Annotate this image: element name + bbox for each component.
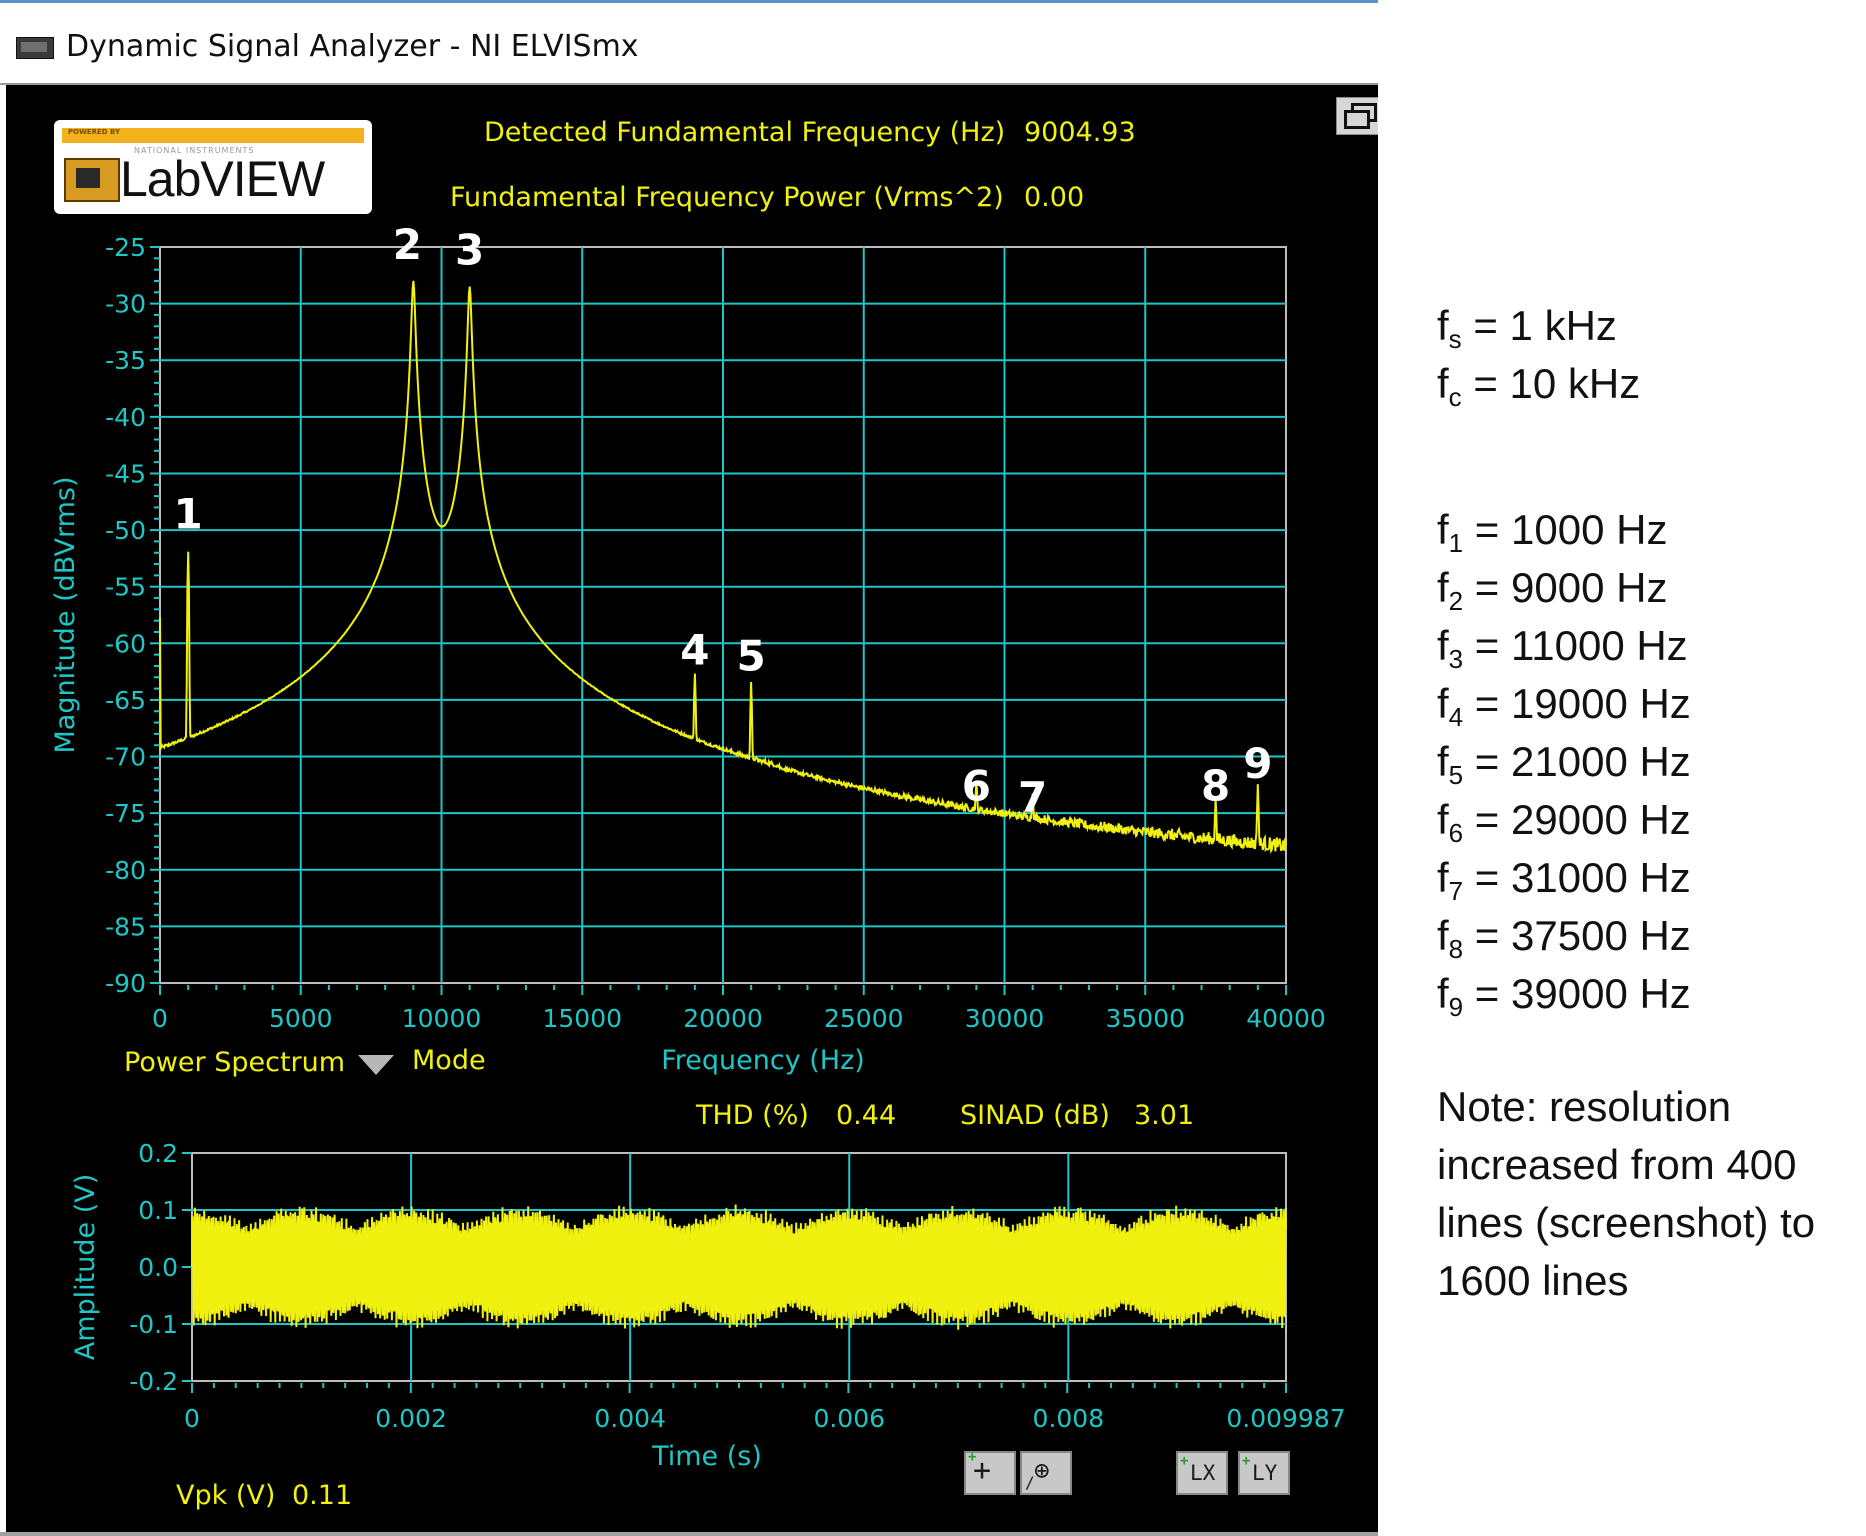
mode-label: Mode bbox=[412, 1045, 486, 1076]
spectrum-x-tick-label: 40000 bbox=[1246, 1004, 1326, 1033]
thd-value: 0.44 bbox=[836, 1100, 897, 1131]
spectrum-x-tick-label: 25000 bbox=[824, 1004, 904, 1033]
fs-annotation: fs = 1 kHz bbox=[1437, 302, 1617, 354]
frequency-annotation: f1 = 1000 Hz bbox=[1437, 506, 1668, 558]
spectrum-x-tick-label: 5000 bbox=[269, 1004, 333, 1033]
spectrum-y-tick-label: -35 bbox=[105, 346, 146, 375]
spectrum-x-tick-label: 35000 bbox=[1105, 1004, 1185, 1033]
time-y-tick-label: -0.2 bbox=[129, 1367, 178, 1396]
vpk-value: 0.11 bbox=[292, 1480, 353, 1511]
thd-label: THD (%) bbox=[696, 1100, 809, 1131]
spectrum-x-tick-label: 10000 bbox=[402, 1004, 482, 1033]
zoom-tool-icon[interactable]: ⊕ / bbox=[1020, 1451, 1072, 1495]
peak-label: 4 bbox=[680, 626, 709, 675]
spectrum-graph[interactable]: 0 5000 10000 15000 20000 25000 30000 35000 40000… bbox=[6, 85, 1378, 1536]
cursor-tool-icon[interactable]: + + bbox=[964, 1449, 1016, 1495]
frequency-annotation: f6 = 29000 Hz bbox=[1437, 796, 1691, 848]
peak-label: 2 bbox=[393, 220, 422, 269]
spectrum-y-tick-label: -40 bbox=[105, 403, 146, 432]
peak-label: 5 bbox=[737, 631, 766, 680]
front-panel: POWERED BY NATIONAL INSTRUMENTS LabVIEW … bbox=[6, 85, 1378, 1536]
spectrum-y-tick-label: -25 bbox=[105, 233, 146, 262]
x-autoscale-button[interactable]: + LX bbox=[1176, 1451, 1228, 1495]
fc-annotation: fc = 10 kHz bbox=[1437, 360, 1641, 412]
frequency-annotation: f7 = 31000 Hz bbox=[1437, 854, 1691, 906]
spectrum-y-tick-label: -65 bbox=[105, 686, 146, 715]
panel-bottom-border bbox=[0, 1532, 1378, 1536]
spectrum-y-tick-label: -90 bbox=[105, 969, 146, 998]
spectrum-x-axis-label: Frequency (Hz) bbox=[661, 1045, 865, 1076]
peak-label: 9 bbox=[1243, 739, 1272, 788]
frequency-annotation: f2 = 9000 Hz bbox=[1437, 564, 1668, 616]
window-title: Dynamic Signal Analyzer - NI ELVISmx bbox=[66, 29, 639, 64]
spectrum-y-tick-label: -50 bbox=[105, 516, 146, 545]
spectrum-x-tick-label: 20000 bbox=[683, 1004, 763, 1033]
peak-label: 8 bbox=[1201, 761, 1230, 810]
time-x-tick-label: 0 bbox=[184, 1404, 200, 1433]
spectrum-x-tick-label: 30000 bbox=[965, 1004, 1045, 1033]
resolution-note: Note: resolution increased from 400 line… bbox=[1437, 1083, 1816, 1304]
frequency-annotation: f8 = 37500 Hz bbox=[1437, 912, 1691, 964]
frequency-annotation: f5 = 21000 Hz bbox=[1437, 738, 1691, 790]
time-x-tick-label: 0.004 bbox=[594, 1404, 666, 1433]
peak-label: 6 bbox=[962, 761, 991, 810]
spectrum-y-tick-label: -75 bbox=[105, 799, 146, 828]
peak-label: 7 bbox=[1018, 773, 1047, 822]
peak-label: 3 bbox=[455, 226, 484, 275]
spectrum-y-tick-label: -45 bbox=[105, 459, 146, 488]
spectrum-x-tick-label: 15000 bbox=[542, 1004, 622, 1033]
time-y-tick-label: 0.0 bbox=[138, 1253, 178, 1282]
dropdown-arrow-icon[interactable] bbox=[358, 1055, 394, 1075]
elvis-window-icon bbox=[16, 37, 54, 59]
frequency-annotation: f9 = 39000 Hz bbox=[1437, 970, 1691, 1022]
spectrum-y-axis-label: Magnitude (dBVrms) bbox=[50, 477, 81, 754]
y-autoscale-button[interactable]: + LY bbox=[1238, 1451, 1290, 1495]
time-y-tick-label: 0.1 bbox=[138, 1196, 178, 1225]
sinad-value: 3.01 bbox=[1134, 1100, 1195, 1131]
vpk-label: Vpk (V) bbox=[176, 1480, 276, 1511]
time-x-axis-label: Time (s) bbox=[651, 1441, 762, 1472]
frequency-annotation: f3 = 11000 Hz bbox=[1437, 622, 1688, 674]
spectrum-y-tick-label: -85 bbox=[105, 912, 146, 941]
frequency-annotation: f4 = 19000 Hz bbox=[1437, 680, 1691, 732]
spectrum-y-tick-label: -80 bbox=[105, 856, 146, 885]
spectrum-x-tick-label: 0 bbox=[152, 1004, 168, 1033]
time-x-tick-label: 0.009987 bbox=[1226, 1404, 1345, 1433]
spectrum-y-tick-label: -60 bbox=[105, 629, 146, 658]
spectrum-y-tick-label: -70 bbox=[105, 743, 146, 772]
x-autoscale-label: LX bbox=[1190, 1461, 1216, 1485]
y-autoscale-label: LY bbox=[1252, 1461, 1278, 1485]
peak-label: 1 bbox=[174, 490, 203, 539]
spectrum-y-tick-label: -55 bbox=[105, 573, 146, 602]
time-y-tick-label: 0.2 bbox=[138, 1139, 178, 1168]
time-x-tick-label: 0.006 bbox=[813, 1404, 885, 1433]
time-x-tick-label: 0.008 bbox=[1033, 1404, 1105, 1433]
mode-selector[interactable]: Power Spectrum bbox=[124, 1047, 345, 1078]
analyzer-window: Dynamic Signal Analyzer - NI ELVISmx POW… bbox=[0, 0, 1378, 1536]
sinad-label: SINAD (dB) bbox=[960, 1100, 1110, 1131]
spectrum-y-tick-label: -30 bbox=[105, 290, 146, 319]
time-y-tick-label: -0.1 bbox=[129, 1310, 178, 1339]
time-x-tick-label: 0.002 bbox=[375, 1404, 447, 1433]
title-bar[interactable]: Dynamic Signal Analyzer - NI ELVISmx bbox=[0, 3, 1378, 83]
time-y-axis-label: Amplitude (V) bbox=[70, 1174, 101, 1360]
